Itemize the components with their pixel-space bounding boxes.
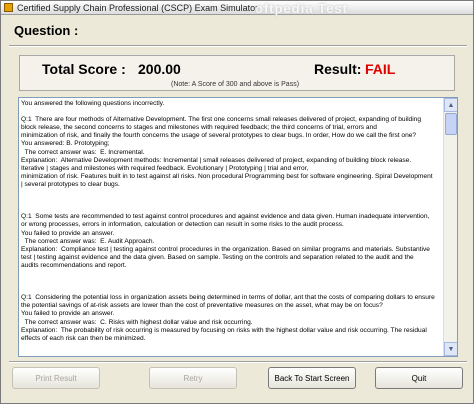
exam-simulator-window: Certified Supply Chain Professional (CSC… [0, 0, 474, 404]
watermark: oftpedia Test [255, 1, 348, 16]
print-result-button[interactable]: Print Result [12, 367, 100, 389]
results-text: You answered the following questions inc… [21, 100, 435, 342]
score-panel: Total Score : 200.00 Result: FAIL (Note:… [19, 55, 455, 91]
total-score-label: Total Score : [42, 61, 126, 77]
pass-note: (Note: A Score of 300 and above is Pass) [171, 81, 300, 88]
question-label: Question : [14, 23, 79, 38]
divider [9, 361, 467, 363]
scroll-down-arrow-icon[interactable]: ▼ [444, 342, 457, 356]
scroll-up-arrow-icon[interactable]: ▲ [444, 98, 457, 112]
title-bar[interactable]: Certified Supply Chain Professional (CSC… [1, 1, 473, 15]
result-value: FAIL [365, 61, 396, 77]
divider [9, 45, 467, 47]
vertical-scrollbar[interactable]: ▲ ▼ [443, 98, 457, 356]
app-icon [4, 3, 13, 12]
back-to-start-button[interactable]: Back To Start Screen [268, 367, 356, 389]
retry-button[interactable]: Retry [149, 367, 237, 389]
scrollbar-thumb[interactable] [445, 113, 457, 135]
results-text-area[interactable]: You answered the following questions inc… [18, 97, 458, 357]
quit-button[interactable]: Quit [375, 367, 463, 389]
total-score-value: 200.00 [138, 61, 181, 77]
window-title: Certified Supply Chain Professional (CSC… [17, 2, 259, 13]
result-label: Result: [314, 61, 362, 77]
